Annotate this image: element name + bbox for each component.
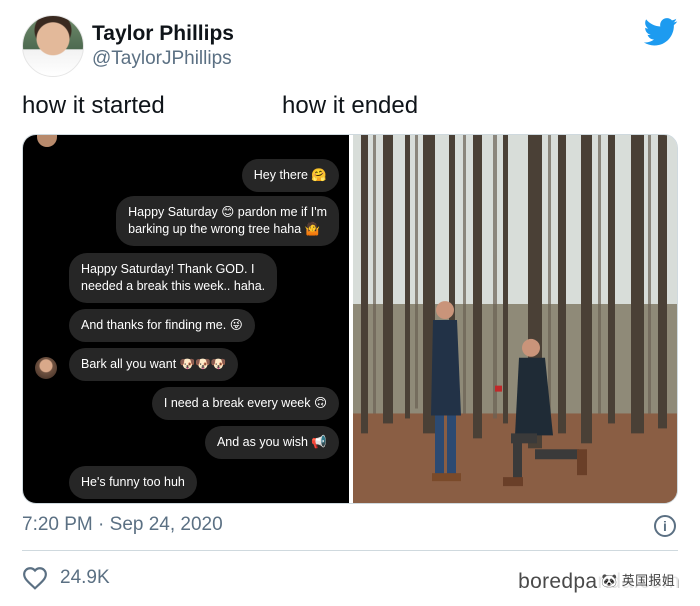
- chat-message: He's funny too huh: [69, 466, 197, 499]
- chat-message: I need a break every week 🙃: [151, 387, 339, 420]
- heart-icon[interactable]: [22, 566, 48, 590]
- chat-screenshot[interactable]: Hey there 🤗 Happy Saturday 😊 pardon me i…: [23, 135, 349, 503]
- chat-message: Bark all you want 🐶🐶🐶: [69, 348, 239, 381]
- tweet-media[interactable]: Hey there 🤗 Happy Saturday 😊 pardon me i…: [22, 134, 678, 504]
- twitter-bird-icon[interactable]: [644, 18, 678, 46]
- tweet-timestamp[interactable]: 7:20 PM · Sep 24, 2020: [22, 514, 223, 536]
- chat-message: Happy Saturday! Thank GOD. I needed a br…: [69, 253, 278, 303]
- watermark: boredpanda.com 🐼 英国报姐: [518, 569, 680, 594]
- caption-how-it-ended: how it ended: [282, 92, 419, 119]
- chat-message: And thanks for finding me. 😜: [69, 309, 255, 342]
- chat-top-avatar: [37, 135, 57, 147]
- chat-message: Hey there 🤗: [241, 159, 339, 192]
- like-count[interactable]: 24.9K: [60, 567, 110, 589]
- author-name[interactable]: Taylor Phillips: [92, 22, 234, 46]
- info-icon[interactable]: i: [654, 515, 676, 537]
- author-handle[interactable]: @TaylorJPhillips: [92, 48, 232, 70]
- forest-scene: [353, 135, 677, 503]
- chat-top-image-fragment: [71, 135, 181, 145]
- divider: [22, 550, 678, 551]
- chat-message: Happy Saturday 😊 pardon me if I'm barkin…: [116, 196, 339, 246]
- watermark-overlay: 🐼 英国报姐: [598, 569, 678, 590]
- author-avatar[interactable]: [22, 15, 84, 77]
- chat-message: And as you wish 📢: [204, 426, 339, 459]
- caption-how-it-started: how it started: [22, 92, 165, 119]
- chat-sender-avatar: [35, 357, 57, 379]
- proposal-photo[interactable]: [353, 135, 677, 503]
